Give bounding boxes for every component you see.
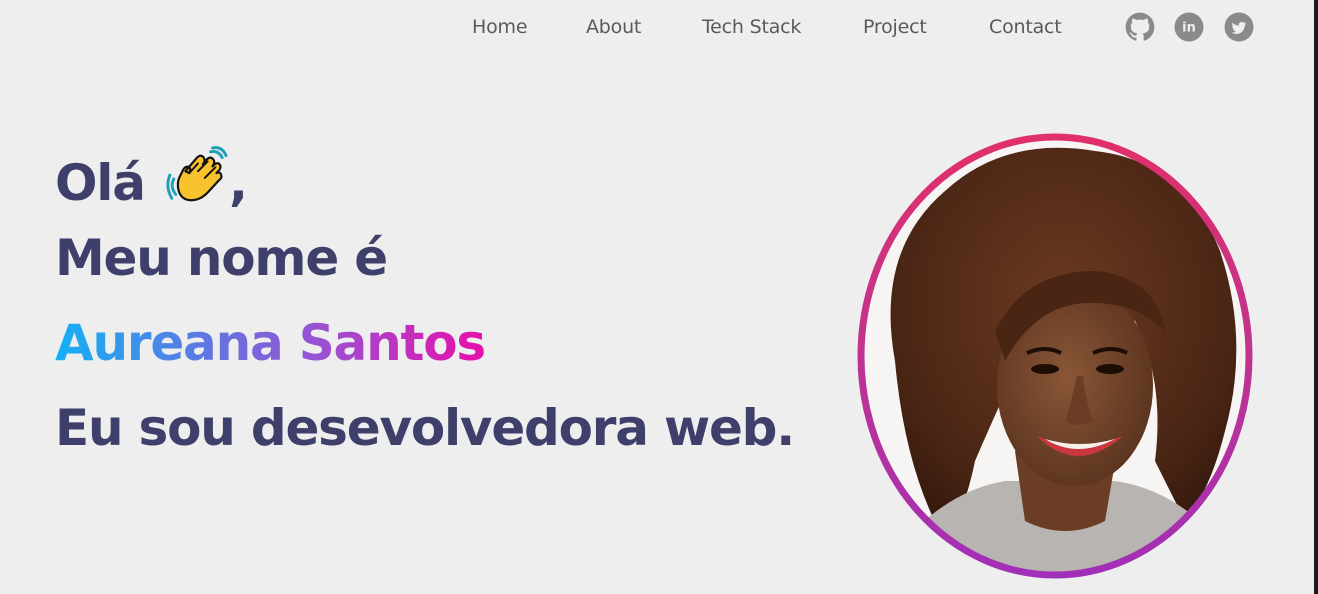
nav-project-link[interactable]: Project bbox=[863, 16, 927, 38]
linkedin-icon-text: in bbox=[1182, 21, 1196, 36]
author-name: Aureana Santos bbox=[55, 314, 486, 372]
twitter-link[interactable] bbox=[1224, 12, 1254, 42]
greeting-text: Olá bbox=[55, 154, 146, 212]
window-edge bbox=[1314, 0, 1318, 594]
nav-tech-stack-link[interactable]: Tech Stack bbox=[702, 16, 801, 38]
nav-home-link[interactable]: Home bbox=[472, 16, 528, 38]
linkedin-link[interactable]: in bbox=[1174, 12, 1204, 42]
profile-photo bbox=[857, 133, 1253, 579]
waving-hand-icon bbox=[166, 146, 228, 202]
nav-about-link[interactable]: About bbox=[586, 16, 641, 38]
intro-text: Meu nome é bbox=[55, 229, 388, 287]
greeting-comma: , bbox=[229, 154, 248, 212]
github-link[interactable] bbox=[1125, 12, 1155, 42]
role-text: Eu sou desevolvedora web. bbox=[55, 399, 795, 457]
main-nav: Home About Tech Stack Project Contact in bbox=[0, 0, 1314, 58]
github-icon bbox=[1125, 12, 1155, 41]
greeting-heading: Olá , bbox=[55, 146, 248, 208]
nav-contact-link[interactable]: Contact bbox=[989, 16, 1062, 38]
linkedin-icon: in bbox=[1174, 12, 1204, 42]
twitter-icon bbox=[1224, 12, 1254, 42]
